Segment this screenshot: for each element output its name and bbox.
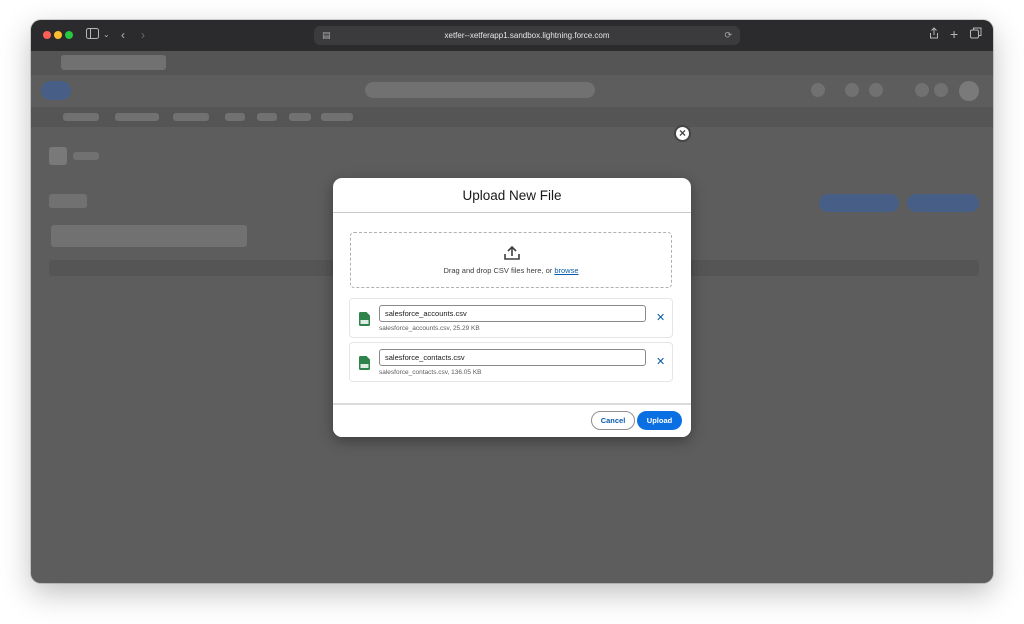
blurred-search <box>365 82 595 98</box>
close-window-button[interactable] <box>43 31 51 39</box>
tabs-overview-icon[interactable] <box>970 27 982 43</box>
modal-title: Upload New File <box>333 178 691 213</box>
modal-footer: Cancel Upload <box>333 403 691 437</box>
minimize-window-button[interactable] <box>54 31 62 39</box>
browser-toolbar: ⌄ ‹ › ▤ xetfer--xetferapp1.sandbox.light… <box>31 20 993 51</box>
blurred-tab <box>61 55 166 70</box>
sidebar-toggle-icon[interactable] <box>86 27 99 43</box>
blurred-logo <box>41 81 71 100</box>
blurred-page-title <box>73 152 99 160</box>
blurred-header-icon <box>845 83 859 97</box>
page-menu-icon[interactable]: ▤ <box>322 26 331 45</box>
blurred-tabs <box>51 225 247 247</box>
share-icon[interactable] <box>929 27 939 43</box>
translate-reload-icon[interactable]: ⟳ <box>724 26 732 45</box>
file-item: salesforce_contacts.csv, 136.05 KB ✕ <box>349 342 673 382</box>
blurred-tab-bar <box>31 51 993 75</box>
blurred-object-icon <box>49 147 67 165</box>
blurred-avatar <box>959 81 979 101</box>
upload-icon <box>504 245 520 260</box>
csv-file-icon <box>359 356 370 370</box>
zoom-window-button[interactable] <box>65 31 73 39</box>
browse-link[interactable]: browse <box>554 266 578 275</box>
upload-button[interactable]: Upload <box>637 411 682 430</box>
blurred-nav-item <box>173 113 209 121</box>
modal-close-icon[interactable]: × <box>674 125 691 142</box>
blurred-button <box>819 194 899 212</box>
dropzone-instructions: Drag and drop CSV files here, or browse <box>351 266 671 275</box>
file-dropzone[interactable]: Drag and drop CSV files here, or browse <box>350 232 672 288</box>
blurred-nav-item <box>63 113 99 121</box>
remove-file-icon[interactable]: ✕ <box>656 311 665 325</box>
file-name-input[interactable] <box>379 349 646 366</box>
chevron-down-icon[interactable]: ⌄ <box>103 27 110 43</box>
remove-file-icon[interactable]: ✕ <box>656 355 665 369</box>
blurred-header-icon <box>811 83 825 97</box>
new-tab-icon[interactable]: + <box>950 26 958 42</box>
blurred-header-icon <box>869 83 883 97</box>
address-url: xetfer--xetferapp1.sandbox.lightning.for… <box>444 31 610 40</box>
blurred-nav-item <box>321 113 353 121</box>
blurred-header-icon <box>915 83 929 97</box>
file-meta: salesforce_accounts.csv, 25.29 KB <box>379 325 480 332</box>
dropzone-text: Drag and drop CSV files here, or <box>443 266 555 275</box>
address-bar[interactable]: ▤ xetfer--xetferapp1.sandbox.lightning.f… <box>314 26 740 45</box>
cancel-button[interactable]: Cancel <box>591 411 635 430</box>
blurred-nav-item <box>115 113 159 121</box>
csv-file-icon <box>359 312 370 326</box>
blurred-nav-item <box>289 113 311 121</box>
upload-file-modal: Upload New File Drag and drop CSV files … <box>333 178 691 437</box>
blurred-nav-item <box>257 113 277 121</box>
file-item: salesforce_accounts.csv, 25.29 KB ✕ <box>349 298 673 338</box>
back-icon[interactable]: ‹ <box>121 27 125 43</box>
forward-icon[interactable]: › <box>141 27 145 43</box>
file-name-input[interactable] <box>379 305 646 322</box>
blurred-filter <box>49 194 87 208</box>
file-meta: salesforce_contacts.csv, 136.05 KB <box>379 369 482 376</box>
blurred-button <box>907 194 979 212</box>
blurred-nav-item <box>225 113 245 121</box>
blurred-header-icon <box>934 83 948 97</box>
